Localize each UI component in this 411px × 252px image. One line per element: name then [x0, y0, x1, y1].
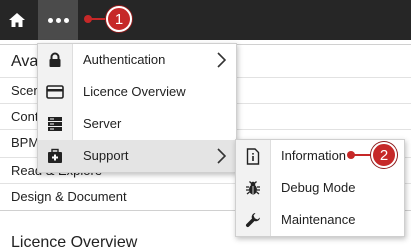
callout-badge-1: 1 [106, 6, 132, 32]
card-icon [46, 83, 64, 101]
submenu-item-label: Maintenance [281, 212, 356, 227]
ellipsis-icon [47, 17, 53, 23]
more-menu-button[interactable] [38, 0, 78, 40]
menu-item-authentication[interactable]: Authentication [38, 44, 236, 76]
menu-item-server[interactable]: Server [38, 108, 236, 140]
server-icon [46, 115, 64, 133]
lock-icon [46, 51, 64, 69]
submenu-item-label: Information [281, 148, 347, 163]
chevron-right-icon [217, 148, 226, 164]
home-icon [9, 13, 25, 27]
bug-icon [244, 179, 262, 197]
callout-badge-2: 2 [371, 142, 397, 168]
info-file-icon [244, 147, 262, 165]
wrench-icon [244, 211, 262, 229]
callout-line [351, 154, 371, 156]
menu-item-support[interactable]: Support [38, 140, 236, 172]
more-dropdown-menu: Authentication Licence Overview Server S… [37, 43, 237, 173]
medkit-icon [46, 147, 64, 165]
submenu-item-debug-mode[interactable]: Debug Mode [236, 172, 404, 204]
top-bar [0, 0, 411, 40]
panel-title: Ava [11, 53, 39, 70]
section-title: Licence Overview [11, 234, 138, 251]
home-button[interactable] [0, 0, 34, 40]
menu-item-label: Authentication [83, 52, 166, 67]
menu-item-label: Support [83, 148, 129, 163]
ellipsis-dot [63, 17, 69, 23]
callout-line [88, 18, 106, 20]
menu-item-label: Licence Overview [83, 84, 186, 99]
submenu-item-maintenance[interactable]: Maintenance [236, 204, 404, 236]
submenu-item-label: Debug Mode [281, 180, 356, 195]
menu-item-label: Server [83, 116, 122, 131]
chevron-right-icon [217, 52, 226, 68]
ellipsis-dot [55, 17, 61, 23]
menu-item-licence-overview[interactable]: Licence Overview [38, 76, 236, 108]
